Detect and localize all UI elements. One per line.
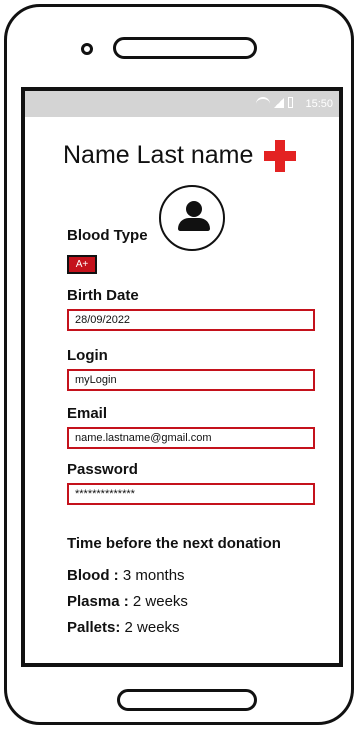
donation-plasma-sep: : [119, 593, 129, 610]
password-field[interactable]: ************** [67, 483, 315, 505]
donation-pallets-label: Pallets: [67, 619, 121, 636]
home-button-icon[interactable] [117, 689, 257, 711]
donation-pallets-value: 2 weeks [124, 619, 180, 636]
donation-section-title: Time before the next donation [67, 535, 281, 552]
phone-screen: 15:50 Name Last name Blood Type A+ Birth… [21, 87, 343, 667]
blood-type-badge[interactable]: A+ [67, 255, 97, 274]
blood-type-label: Blood Type [67, 227, 148, 244]
speaker-icon [113, 37, 257, 59]
battery-icon [288, 97, 293, 108]
password-label: Password [67, 461, 138, 478]
donation-plasma-label: Plasma [67, 593, 120, 610]
donation-blood-sep: : [109, 567, 119, 584]
email-field[interactable]: name.lastname@gmail.com [67, 427, 315, 449]
avatar-head [186, 201, 202, 217]
donation-blood-value: 3 months [122, 567, 185, 584]
profile-header: Name Last name [63, 137, 333, 173]
status-icons [256, 97, 293, 108]
wifi-icon [256, 97, 270, 108]
donation-plasma-value: 2 weeks [132, 593, 188, 610]
birth-date-label: Birth Date [67, 287, 139, 304]
signal-icon [274, 97, 284, 108]
status-time: 15:50 [305, 98, 333, 110]
email-label: Email [67, 405, 108, 422]
avatar-body [178, 218, 210, 231]
camera-icon [81, 43, 93, 55]
status-bar: 15:50 [25, 91, 339, 117]
donation-row-pallets: Pallets: 2 weeks [67, 619, 180, 636]
red-cross-icon [263, 138, 297, 172]
birth-date-field[interactable]: 28/09/2022 [67, 309, 315, 331]
page-title: Name Last name [63, 140, 254, 169]
donation-row-blood: Blood : 3 months [67, 567, 185, 584]
user-avatar-icon[interactable] [159, 185, 225, 251]
phone-frame: 15:50 Name Last name Blood Type A+ Birth… [4, 4, 354, 725]
login-label: Login [67, 347, 108, 364]
donation-blood-label: Blood [67, 567, 110, 584]
login-field[interactable]: myLogin [67, 369, 315, 391]
donation-row-plasma: Plasma : 2 weeks [67, 593, 188, 610]
